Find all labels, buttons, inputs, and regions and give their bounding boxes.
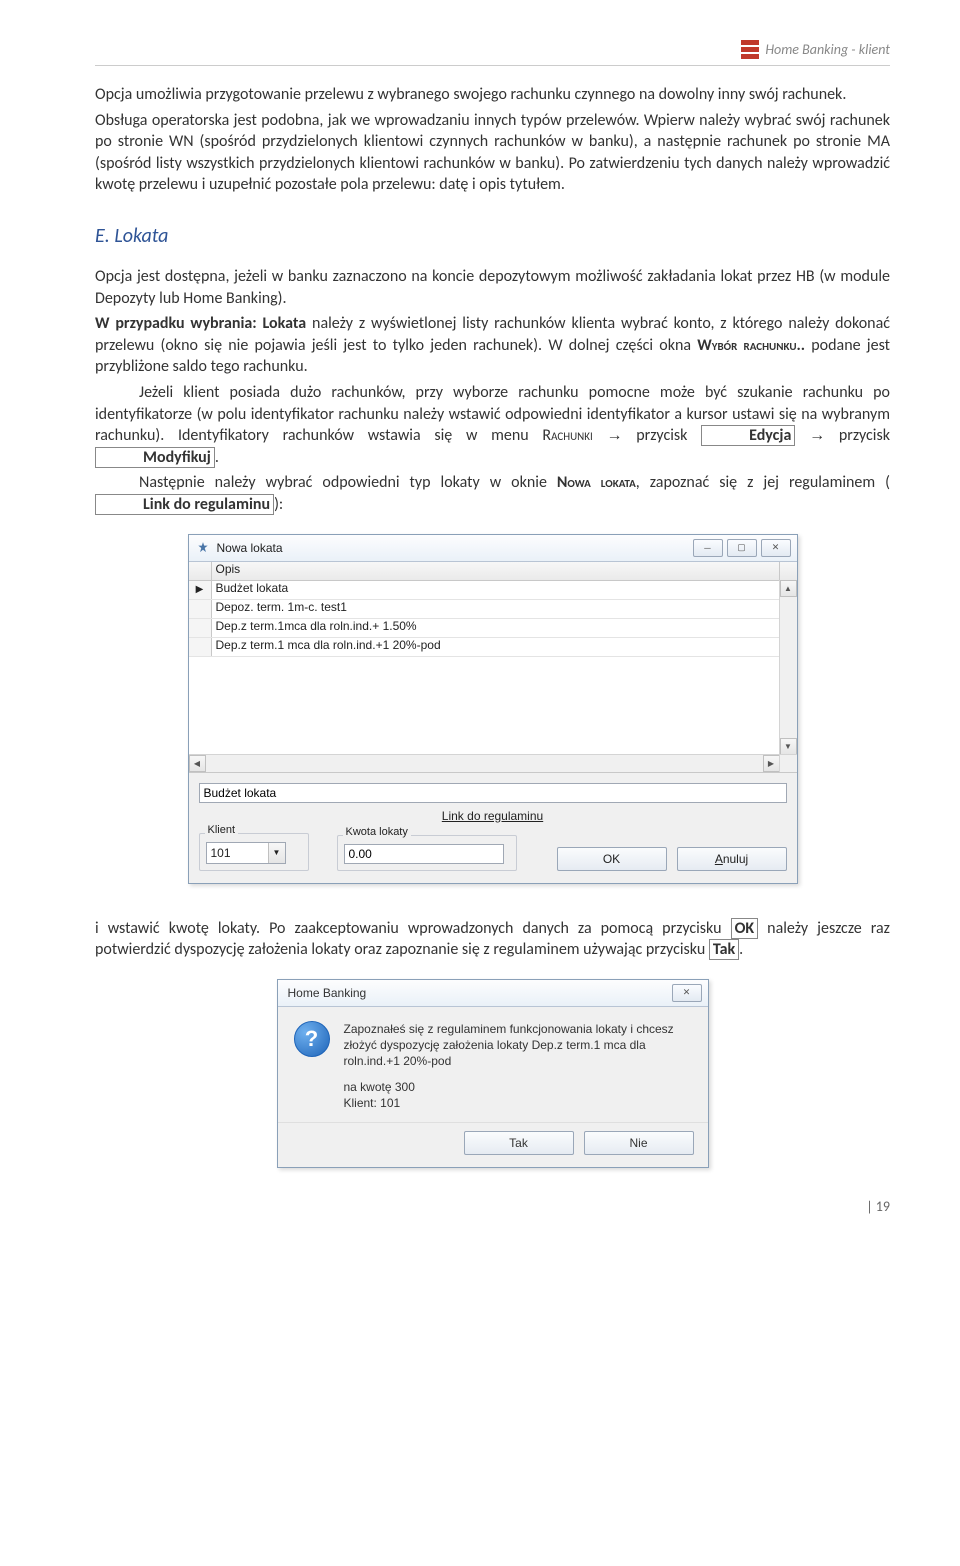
lokata-grid[interactable]: Opis ▶ Budżet lokata Depoz. term. 1m-c. …	[189, 562, 797, 773]
ok-button-ref: OK	[731, 918, 759, 939]
yes-button[interactable]: Tak	[464, 1131, 574, 1155]
scroll-corner	[779, 754, 797, 772]
lokata-p4-c: , zapoznać się z jej regulaminem (	[636, 473, 890, 492]
scrollbar-horizontal[interactable]: ◀ ▶	[189, 754, 780, 772]
klient-combo[interactable]: 101 ▼	[206, 842, 286, 864]
close-button[interactable]: ✕	[761, 539, 791, 557]
lokata-p3-mid2: przycisk	[839, 426, 890, 445]
lokata-p2-sc: Wybór rachunku..	[697, 336, 805, 355]
titlebar[interactable]: Nowa lokata ─ ▢ ✕	[189, 535, 797, 562]
lokata-p4: Następnie należy wybrać odpowiedni typ l…	[95, 472, 890, 515]
page-number: | 19	[95, 1198, 890, 1215]
cell-opis: Budżet lokata	[212, 581, 780, 599]
lokata-p4-a: Następnie należy wybrać odpowiedni typ l…	[139, 473, 557, 492]
link-do-regulaminu-ref: Link do regulaminu	[95, 494, 274, 515]
row-pointer-icon: ▶	[196, 584, 204, 595]
column-header-opis[interactable]: Opis	[212, 562, 780, 580]
cell-opis: Dep.z term.1mca dla roln.ind.+ 1.50%	[212, 619, 780, 637]
scroll-up-icon[interactable]: ▲	[780, 580, 797, 597]
section-heading-e: E. Lokata	[95, 224, 890, 248]
lokata-p2: W przypadku wybrania: Lokata należy z wy…	[95, 313, 890, 378]
kwota-lokaty-label: Kwota lokaty	[343, 826, 411, 838]
table-row[interactable]: Dep.z term.1 mca dla roln.ind.+1 20%-pod	[189, 638, 797, 657]
arrow-icon: →	[607, 427, 623, 444]
ok-button[interactable]: OK	[557, 847, 667, 871]
logo-icon	[741, 40, 759, 59]
scroll-down-icon[interactable]: ▼	[780, 738, 797, 755]
minimize-button[interactable]: ─	[693, 539, 723, 557]
window-title: Nowa lokata	[217, 541, 687, 555]
arrow-icon: →	[809, 427, 825, 444]
lokata-p1: Opcja jest dostępna, jeżeli w banku zazn…	[95, 266, 890, 309]
lokata-p4-d: ):	[274, 495, 283, 514]
dialog-text-2: na kwotę 300	[344, 1079, 692, 1095]
klient-label: Klient	[205, 824, 239, 836]
paragraph-1: Opcja umożliwia przygotowanie przelewu z…	[95, 84, 890, 106]
modyfikuj-button-ref: Modyfikuj	[95, 447, 215, 468]
kwota-lokaty-input[interactable]	[344, 844, 504, 864]
cell-opis: Depoz. term. 1m-c. test1	[212, 600, 780, 618]
dialog-title: Home Banking	[284, 986, 666, 1000]
edycja-button-ref: Edycja	[701, 425, 795, 446]
confirm-dialog: Home Banking ✕ ? Zapoznałeś się z regula…	[277, 979, 709, 1168]
table-row[interactable]: ▶ Budżet lokata	[189, 581, 797, 600]
selected-lokata-input[interactable]	[199, 783, 787, 803]
klient-value: 101	[207, 846, 268, 860]
page-header: Home Banking - klient	[95, 40, 890, 66]
header-title: Home Banking - klient	[765, 41, 890, 58]
window-icon	[195, 540, 211, 556]
chevron-down-icon[interactable]: ▼	[268, 843, 285, 863]
link-do-regulaminu[interactable]: Link do regulaminu	[199, 809, 787, 823]
nowa-lokata-window: Nowa lokata ─ ▢ ✕ Opis ▶ Budżet lokata D…	[188, 534, 798, 884]
cell-opis: Dep.z term.1 mca dla roln.ind.+1 20%-pod	[212, 638, 780, 656]
lokata-p3-mid1: przycisk	[636, 426, 701, 445]
lokata-p3: Jeżeli klient posiada dużo rachunków, pr…	[95, 382, 890, 468]
table-row[interactable]: Dep.z term.1mca dla roln.ind.+ 1.50%	[189, 619, 797, 638]
scroll-left-icon[interactable]: ◀	[189, 755, 206, 772]
cancel-button[interactable]: Anuluj	[677, 847, 787, 871]
lokata-p2-bold: W przypadku wybrania: Lokata	[95, 314, 306, 333]
after-paragraph: i wstawić kwotę lokaty. Po zaakceptowani…	[95, 918, 890, 961]
after-a: i wstawić kwotę lokaty. Po zaakceptowani…	[95, 919, 731, 938]
no-button[interactable]: Nie	[584, 1131, 694, 1155]
lokata-p3-sc: Rachunki	[542, 426, 592, 445]
titlebar[interactable]: Home Banking ✕	[278, 980, 708, 1007]
paragraph-2: Obsługa operatorska jest podobna, jak we…	[95, 110, 890, 196]
question-icon: ?	[294, 1021, 330, 1057]
close-button[interactable]: ✕	[672, 984, 702, 1002]
scroll-right-icon[interactable]: ▶	[763, 755, 780, 772]
lokata-p4-winname: Nowa lokata	[557, 473, 636, 492]
table-row[interactable]: Depoz. term. 1m-c. test1	[189, 600, 797, 619]
tak-button-ref: Tak	[709, 939, 739, 960]
dialog-text-3: Klient: 101	[344, 1095, 692, 1111]
maximize-button[interactable]: ▢	[727, 539, 757, 557]
scrollbar-vertical[interactable]: ▲ ▼	[779, 580, 797, 755]
dialog-text-1: Zapoznałeś się z regulaminem funkcjonowa…	[344, 1021, 692, 1070]
